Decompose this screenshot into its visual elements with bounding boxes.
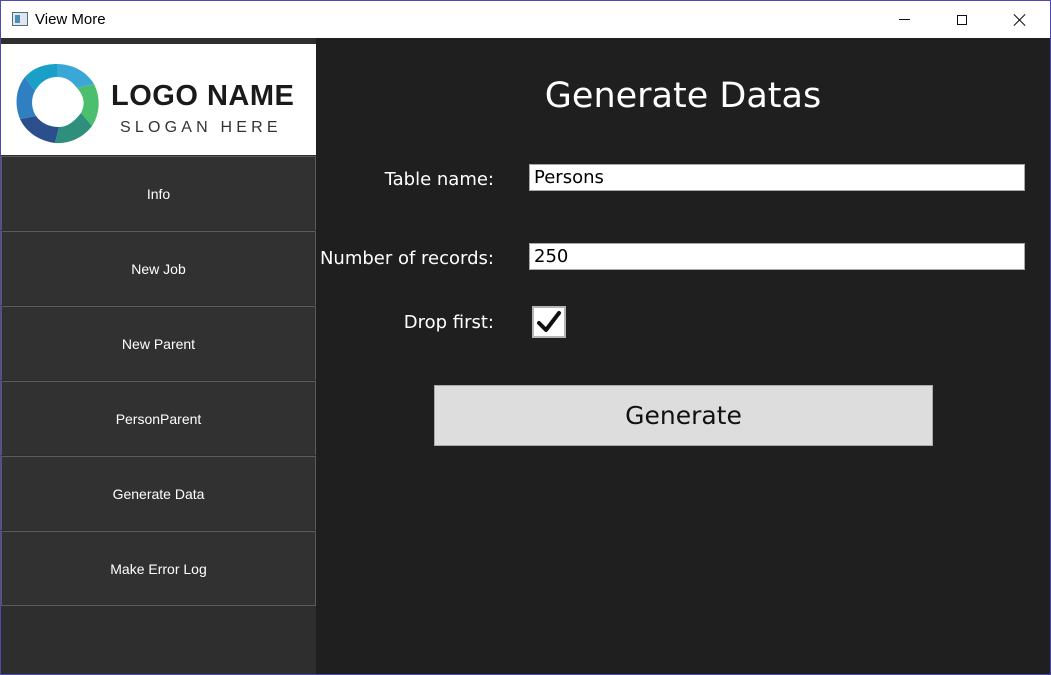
- table-name-input[interactable]: Persons: [529, 164, 1025, 191]
- sidebar-item-label: New Parent: [121, 335, 196, 352]
- sidebar-item-make-error-log[interactable]: Make Error Log: [1, 531, 316, 606]
- records-input[interactable]: 250: [529, 243, 1025, 270]
- close-icon: [1013, 13, 1027, 27]
- logo-slogan: SLOGAN HERE: [120, 119, 282, 136]
- drop-first-checkbox[interactable]: [532, 306, 566, 338]
- sidebar-item-label: PersonParent: [115, 410, 202, 427]
- sidebar-item-new-parent[interactable]: New Parent: [1, 306, 316, 380]
- sidebar-item-new-job[interactable]: New Job: [1, 231, 316, 305]
- sidebar-item-label: Info: [146, 185, 171, 202]
- logo-mark-icon: [16, 64, 99, 144]
- sidebar-item-person-parent[interactable]: PersonParent: [1, 381, 316, 455]
- generate-button[interactable]: Generate: [434, 385, 933, 446]
- minimize-icon: [898, 19, 910, 20]
- table-name-label: Table name:: [384, 169, 494, 190]
- page-title: Generate Datas: [544, 76, 822, 116]
- drop-first-label: Drop first:: [403, 312, 494, 333]
- minimize-button[interactable]: [875, 1, 933, 38]
- title-bar[interactable]: View More: [1, 1, 1050, 38]
- sidebar-item-label: Make Error Log: [110, 560, 207, 577]
- sidebar-item-generate-data[interactable]: Generate Data: [1, 456, 316, 530]
- app-window: View More LOGO NAME SLOGAN HERE Info New…: [0, 0, 1051, 675]
- logo: LOGO NAME SLOGAN HERE: [1, 44, 316, 155]
- window-title: View More: [35, 11, 106, 28]
- sidebar: LOGO NAME SLOGAN HERE Info New Job New P…: [1, 38, 316, 674]
- sidebar-item-info[interactable]: Info: [1, 156, 316, 230]
- main-panel: Generate Datas Table name: Persons Numbe…: [316, 38, 1050, 674]
- app-icon: [12, 12, 28, 26]
- logo-name: LOGO NAME: [111, 80, 295, 112]
- close-button[interactable]: [991, 1, 1049, 38]
- maximize-icon: [957, 14, 967, 25]
- sidebar-item-label: New Job: [131, 260, 186, 277]
- sidebar-item-label: Generate Data: [112, 485, 205, 502]
- records-label: Number of records:: [319, 248, 494, 269]
- maximize-button[interactable]: [933, 1, 991, 38]
- checkmark-icon: [537, 311, 561, 332]
